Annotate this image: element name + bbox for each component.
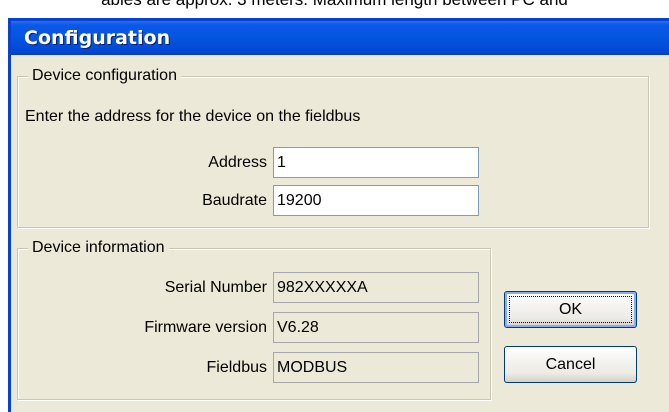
baudrate-label: Baudrate xyxy=(202,192,267,209)
serial-number-value: 982XXXXXA xyxy=(273,272,479,303)
fieldbus-label: Fieldbus xyxy=(206,359,267,376)
firmware-version-label: Firmware version xyxy=(144,319,267,336)
device-configuration-group: Device configuration Enter the address f… xyxy=(17,67,649,228)
address-label: Address xyxy=(208,154,267,171)
device-configuration-legend: Device configuration xyxy=(28,67,181,85)
address-input[interactable] xyxy=(273,147,479,178)
title-bar[interactable]: Configuration xyxy=(11,21,669,55)
cancel-button[interactable]: Cancel xyxy=(504,346,637,383)
firmware-version-value: V6.28 xyxy=(273,312,479,343)
dialog-title: Configuration xyxy=(24,27,171,49)
cancel-button-label: Cancel xyxy=(545,356,596,373)
instruction-text: Enter the address for the device on the … xyxy=(25,108,361,125)
ok-button[interactable]: OK xyxy=(504,291,637,328)
configuration-dialog: Configuration Device configuration Enter… xyxy=(8,18,669,412)
baudrate-input[interactable] xyxy=(273,185,479,216)
fieldbus-value: MODBUS xyxy=(273,352,479,383)
background-document-text: ables are approx. 3 meters. Maximum leng… xyxy=(0,0,669,11)
serial-number-label: Serial Number xyxy=(164,279,267,296)
device-information-legend: Device information xyxy=(28,239,169,257)
ok-button-label: OK xyxy=(558,301,583,318)
device-information-group: Device information Serial Number 982XXXX… xyxy=(17,239,491,400)
